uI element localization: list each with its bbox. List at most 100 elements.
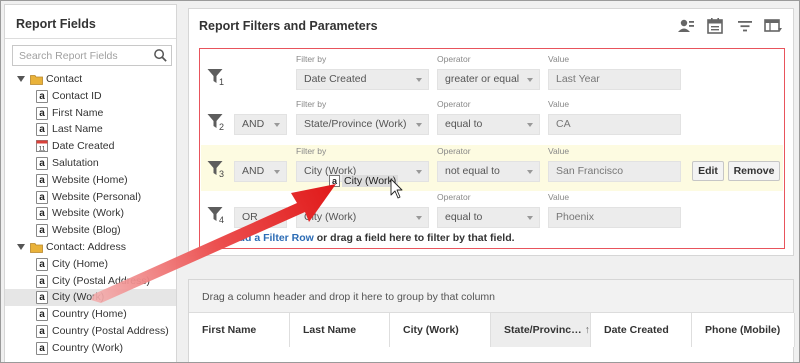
operator-select-text: equal to (445, 211, 483, 223)
text-field-icon: a (36, 156, 48, 170)
conjunction-select[interactable]: AND (234, 114, 287, 135)
filter-field-select[interactable]: City (Work) (296, 207, 429, 228)
calendar-icon[interactable] (705, 16, 725, 36)
value-input[interactable]: Last Year (548, 69, 681, 90)
value-input-text: Phoenix (556, 211, 594, 223)
drag-ghost: a City (Work) (329, 175, 399, 189)
group-by-drop-zone[interactable]: Drag a column header and drop it here to… (189, 280, 793, 313)
field-caption: Filter by (296, 54, 327, 64)
field-tree: Contact a Contact ID a First Name a Last Name 1… (5, 71, 176, 357)
filter-row-number: 4 (219, 215, 225, 225)
text-field-icon: a (36, 224, 48, 238)
value-input[interactable]: San Francisco (548, 161, 681, 182)
edit-button[interactable]: Edit (692, 161, 724, 181)
conjunction-select[interactable]: OR (234, 207, 287, 228)
filter-row-number: 1 (219, 77, 225, 87)
tree-item[interactable]: a First Name (5, 105, 176, 122)
tree-item[interactable]: a Salutation (5, 155, 176, 172)
column-header[interactable]: City (Work) (390, 313, 491, 347)
drag-ghost-label: City (Work) (342, 175, 399, 187)
dropdown-arrow-icon (527, 170, 533, 174)
tree-item-label: Website (Home) (52, 173, 128, 186)
operator-select-text: greater or equal (445, 73, 520, 85)
person-card-icon[interactable] (675, 16, 695, 36)
filter-lines-icon[interactable] (735, 16, 755, 36)
operator-select[interactable]: equal to (437, 114, 540, 135)
tree-item[interactable]: 11 Date Created (5, 138, 176, 155)
filter-row: 3 AND Filter by Operator Value City (Work) not… (201, 145, 783, 191)
text-field-icon: a (36, 89, 48, 103)
tree-item-label: First Name (52, 106, 104, 119)
search-field[interactable] (12, 45, 172, 66)
operator-select-text: equal to (445, 118, 483, 130)
field-caption: Operator (437, 192, 471, 202)
text-field-icon: a (36, 190, 48, 204)
filter-field-select[interactable]: Date Created (296, 69, 429, 90)
text-field-icon: a (36, 173, 48, 187)
dropdown-arrow-icon (416, 78, 422, 82)
field-caption: Operator (437, 99, 471, 109)
value-input[interactable]: CA (548, 114, 681, 135)
operator-select[interactable]: greater or equal (437, 69, 540, 90)
dropdown-arrow-icon (416, 216, 422, 220)
filter-field-select-text: State/Province (Work) (304, 118, 407, 130)
expand-caret-icon[interactable] (17, 243, 25, 250)
filter-row: 2 AND Filter by Operator Value State/Province… (201, 98, 783, 144)
tree-item[interactable]: a Country (Postal Address) (5, 323, 176, 340)
column-header[interactable]: Date Created (591, 313, 692, 347)
operator-select-text: not equal to (445, 165, 500, 177)
filter-drop-zone[interactable]: Add a Filter Row or drag a field here to… (199, 48, 785, 249)
text-field-icon: a (36, 308, 48, 322)
tree-item[interactable]: a City (Postal Address) (5, 273, 176, 290)
column-header[interactable]: Phone (Mobile) (692, 313, 795, 347)
tree-item[interactable]: a Website (Home) (5, 172, 176, 189)
dropdown-arrow-icon (416, 170, 422, 174)
conjunction-select[interactable]: AND (234, 161, 287, 182)
tree-item-label: Contact (46, 73, 83, 85)
table-settings-icon[interactable] (763, 16, 783, 36)
column-header[interactable]: First Name (189, 313, 290, 347)
text-field-icon: a (329, 175, 340, 187)
tree-item-label: City (Home) (52, 257, 109, 270)
tree-item[interactable]: a City (Work) (5, 289, 176, 307)
filter-row-number: 2 (219, 122, 225, 132)
tree-item[interactable]: a City (Home) (5, 256, 176, 273)
operator-select[interactable]: equal to (437, 207, 540, 228)
field-caption: Filter by (296, 146, 327, 156)
text-field-icon: a (36, 106, 48, 120)
field-caption: Filter by (296, 99, 327, 109)
tree-item[interactable]: a Country (Home) (5, 306, 176, 323)
operator-select[interactable]: not equal to (437, 161, 540, 182)
filter-field-select[interactable]: State/Province (Work) (296, 114, 429, 135)
text-field-icon: a (36, 207, 48, 221)
folder-icon (30, 243, 43, 253)
tree-item[interactable]: a Website (Blog) (5, 222, 176, 239)
field-caption: Value (548, 99, 570, 109)
tree-item[interactable]: a Last Name (5, 121, 176, 138)
tree-item[interactable]: a Country (Work) (5, 340, 176, 357)
remove-button[interactable]: Remove (728, 161, 780, 181)
report-fields-panel: Report Fields Contact a Contact ID a First N… (4, 4, 177, 362)
tree-item[interactable]: a Contact ID (5, 88, 176, 105)
report-fields-title: Report Fields (5, 5, 176, 39)
expand-caret-icon[interactable] (17, 76, 25, 82)
dropdown-arrow-icon (274, 123, 280, 127)
conjunction-value: AND (242, 118, 265, 130)
tree-item[interactable]: a Website (Personal) (5, 189, 176, 206)
field-caption: Operator (437, 54, 471, 64)
tree-item[interactable]: a Website (Work) (5, 205, 176, 222)
column-header[interactable]: Last Name (290, 313, 390, 347)
tree-folder[interactable]: Contact (5, 71, 176, 88)
column-header-label: State/Provinc… (504, 324, 582, 336)
search-input[interactable] (13, 46, 149, 65)
dropdown-arrow-icon (416, 123, 422, 127)
column-header[interactable]: State/Provinc… ↑ (491, 313, 591, 347)
tree-folder[interactable]: Contact: Address (5, 239, 176, 256)
filters-panel: Report Filters and Parameters Add a Filt… (188, 8, 794, 256)
tree-item-label: Country (Home) (52, 308, 127, 321)
search-icon[interactable] (153, 48, 168, 63)
value-input[interactable]: Phoenix (548, 207, 681, 228)
dropdown-arrow-icon (274, 170, 280, 174)
field-caption: Value (548, 54, 570, 64)
dropdown-arrow-icon (527, 78, 533, 82)
